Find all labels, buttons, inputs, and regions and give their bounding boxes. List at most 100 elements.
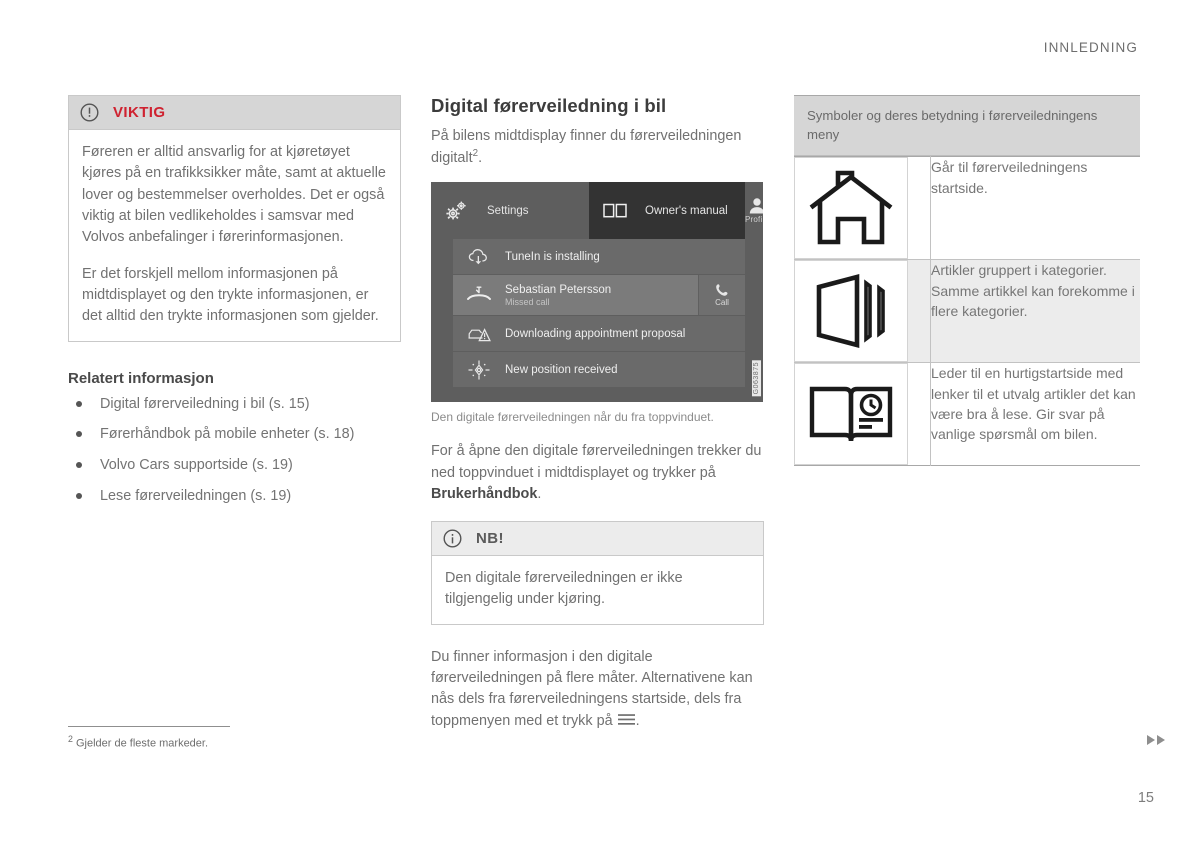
list-item[interactable]: Digital førerveiledning i bil (s. 15) [68,394,401,415]
right-column: Symboler og deres betydning i førerveile… [794,95,1140,732]
warning-callout-header: VIKTIG [69,96,400,130]
footnote-body: Gjelder de fleste markeder. [75,737,209,750]
closing-paragraph: Du finner informasjon i den digitale før… [431,647,764,732]
tab-settings-label: Settings [487,204,529,217]
list-item[interactable]: TuneIn is installing [453,239,745,276]
table-cell-icon [794,156,931,260]
related-link-label: Digital førerveiledning i bil (s. 15) [100,395,310,412]
notification-text: Downloading appointment proposal [505,327,685,341]
mockup-tab-bar: Settings Owner's manual Profi [431,182,763,240]
notification-text: TuneIn is installing [505,250,600,264]
person-icon [749,198,763,214]
closing-text-end: . [635,712,640,729]
categories-folder-icon [816,274,885,349]
notification-icon-slot [453,248,505,266]
notification-icon-slot [453,324,505,344]
page-columns: VIKTIG Føreren er alltid ansvarlig for a… [68,95,1140,732]
table-cell-description: Leder til en hurtigstartside med lenker … [931,365,1136,443]
car-warning-icon [468,328,491,342]
footnote-text: 2 Gjelder de fleste markeder. [68,734,368,750]
book-clock-icon [809,387,893,442]
notification-title: New position received [505,363,618,376]
notification-list: TuneIn is installing Sebastian Petersson… [431,239,763,389]
info-circle-icon [443,529,462,548]
notification-title: Sebastian Petersson [505,283,612,296]
notification-icon-slot [453,359,505,381]
cloud-download-icon [468,248,487,265]
left-column: VIKTIG Føreren er alltid ansvarlig for a… [68,95,401,732]
icon-frame [794,260,908,363]
middle-column: Digital førerveiledning i bil På bilens … [431,95,764,732]
note-callout: NB! Den digitale førerveiledningen er ik… [431,521,764,625]
figure-caption: Den digitale førerveiledningen når du fr… [431,410,714,425]
intro-text-end: . [478,150,483,167]
chevron-right-icon [1147,735,1155,745]
notification-icon-slot [453,285,505,305]
footnote-marker: 2 [68,734,73,744]
warning-paragraph: Føreren er alltid ansvarlig for at kjøre… [82,144,386,246]
symbols-table-caption: Symboler og deres betydning i førerveile… [794,95,1140,157]
tab-owners-manual[interactable]: Owner's manual [589,182,745,240]
table-cell-icon [794,362,931,466]
list-item[interactable]: Lese førerveiledningen (s. 19) [68,486,401,507]
body-paragraph: For å åpne den digitale førerveiledninge… [431,441,764,505]
body-text: For å åpne den digitale førerveiledninge… [431,443,762,481]
intro-paragraph: På bilens midtdisplay finner du førervei… [431,126,764,169]
section-title: Digital førerveiledning i bil [431,95,667,116]
tab-profile-label: Profile [745,215,763,225]
open-book-icon [603,204,627,218]
related-info-list: Digital førerveiledning i bil (s. 15) Fø… [68,394,401,508]
icon-frame [794,157,908,260]
house-icon [809,170,893,245]
notification-text: Sebastian Petersson Missed call [505,283,611,309]
related-info-heading: Relatert informasjon [68,369,214,387]
icon-frame [794,363,908,466]
phone-handset-icon [716,284,728,297]
hamburger-menu-icon [617,713,635,725]
note-callout-body: Den digitale førerveiledningen er ikke t… [432,556,763,624]
exclamation-circle-icon [80,103,99,122]
notification-title: Downloading appointment proposal [505,327,686,340]
warning-callout-title: VIKTIG [113,104,166,121]
footnote: 2 Gjelder de fleste markeder. [68,726,368,750]
footnote-rule [68,726,230,727]
related-link-label: Lese førerveiledningen (s. 19) [100,488,292,505]
missed-call-icon [467,286,491,301]
infotainment-screenshot: Settings Owner's manual Profi TuneIn is … [431,182,763,403]
call-button-label: Call [715,298,729,308]
compass-icon [468,360,490,380]
list-item[interactable]: Volvo Cars supportside (s. 19) [68,455,401,476]
list-item[interactable]: New position received [453,352,745,389]
notification-subtitle: Missed call [505,296,550,307]
image-id-label: G063875 [752,360,761,397]
double-chevron-right-icon[interactable] [1147,735,1165,745]
related-link-label: Volvo Cars supportside (s. 19) [100,457,293,474]
warning-callout-body: Føreren er alltid ansvarlig for at kjøre… [69,130,400,341]
chevron-right-icon [1157,735,1165,745]
gears-icon [446,201,466,220]
list-item[interactable]: Førerhåndbok på mobile enheter (s. 18) [68,424,401,445]
body-text-end: . [537,485,542,502]
notification-title: TuneIn is installing [505,250,600,263]
page-number: 15 [1137,790,1154,806]
notification-text: New position received [505,363,618,377]
list-item[interactable]: Downloading appointment proposal [453,316,745,353]
warning-callout: VIKTIG Føreren er alltid ansvarlig for a… [68,95,401,342]
tab-profile[interactable]: Profile [745,182,763,239]
warning-paragraph: Er det forskjell mellom informasjonen på… [82,265,379,325]
tab-owners-manual-label: Owner's manual [645,204,728,217]
list-item[interactable]: Sebastian Petersson Missed call Call [453,275,745,317]
page-header: INNLEDNING [1043,40,1138,55]
tab-settings[interactable]: Settings [431,182,589,239]
table-cell-description: Artikler gruppert i kategorier. Samme ar… [931,262,1135,319]
note-callout-header: NB! [432,522,763,557]
related-link-label: Førerhåndbok på mobile enheter (s. 18) [100,426,355,443]
table-cell-description: Går til førerveiledningens startside. [931,159,1088,196]
table-row: Går til førerveiledningens startside. [794,156,1140,260]
note-callout-title: NB! [476,530,504,548]
table-row: Artikler gruppert i kategorier. Samme ar… [794,259,1140,363]
table-row: Leder til en hurtigstartside med lenker … [794,362,1140,466]
ui-term-brukerhandbok: Brukerhåndbok [431,485,538,502]
call-button[interactable]: Call [698,275,745,316]
closing-text: Du finner informasjon i den digitale før… [431,648,753,729]
